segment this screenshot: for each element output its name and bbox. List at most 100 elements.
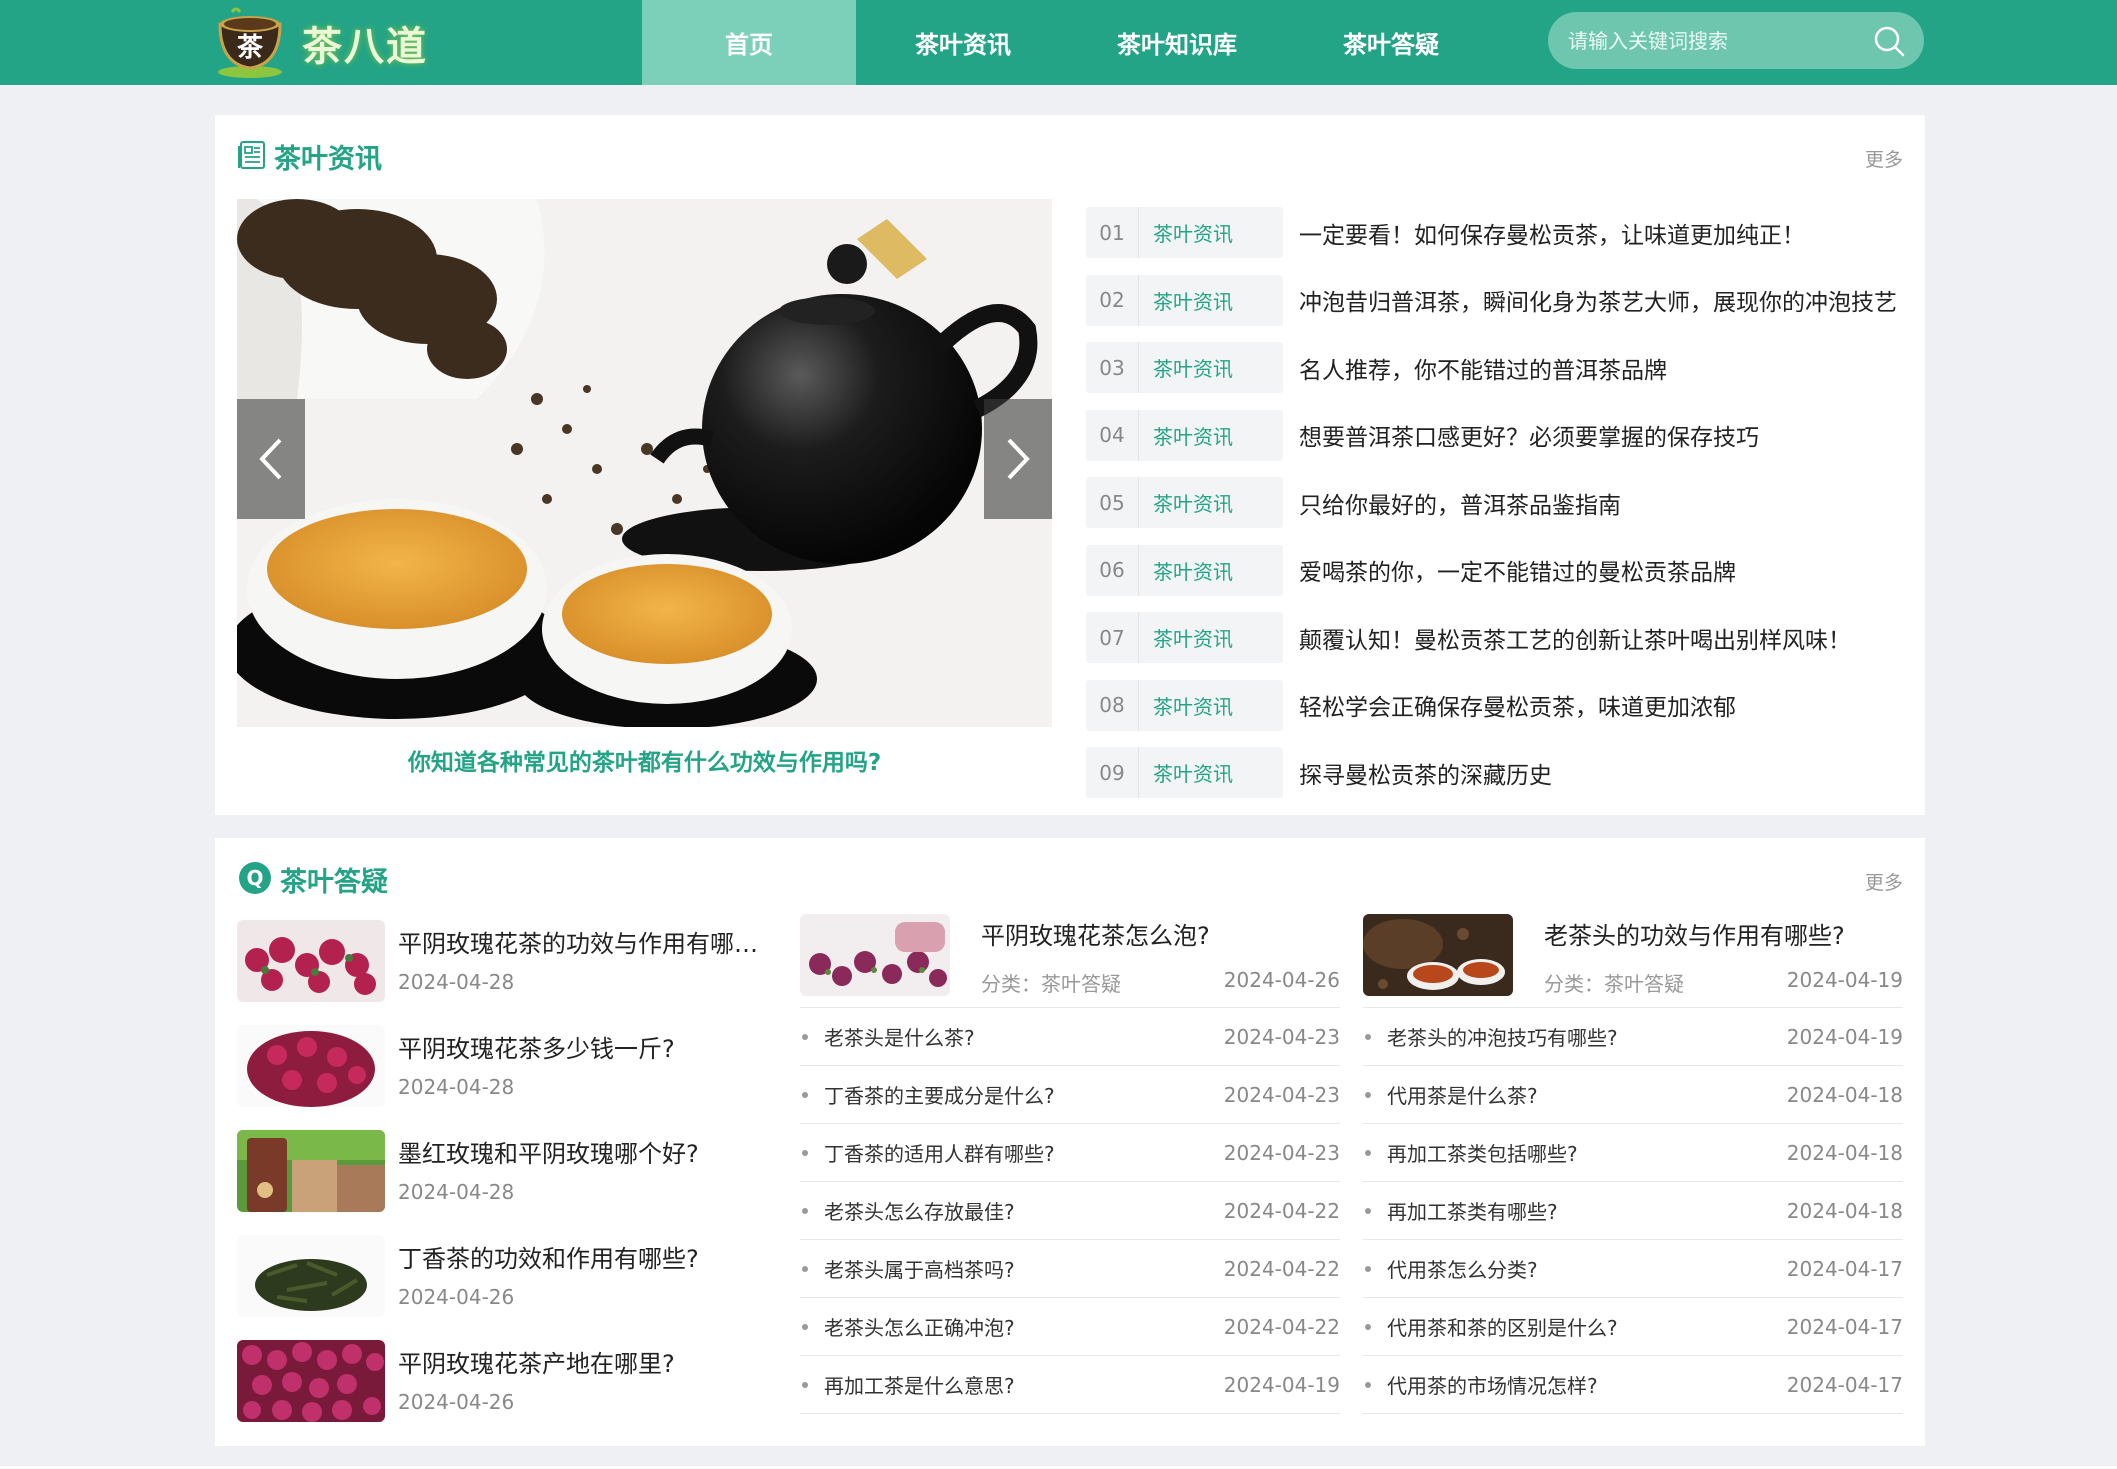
news-category[interactable]: 茶叶资讯 <box>1138 409 1283 461</box>
search-icon[interactable] <box>1872 24 1906 58</box>
news-title[interactable]: 名人推荐，你不能错过的普洱茶品牌 <box>1299 351 1899 385</box>
qa-row-date: 2024-04-19 <box>1223 1372 1340 1397</box>
news-category[interactable]: 茶叶资讯 <box>1138 612 1283 664</box>
qa-row[interactable]: 再加工茶类有哪些? 2024-04-18 <box>1363 1182 1903 1240</box>
qa-row-title[interactable]: 老茶头属于高档茶吗? <box>824 1254 1015 1283</box>
more-link[interactable]: 更多 <box>1865 145 1903 172</box>
qa-row-title[interactable]: 代用茶怎么分类? <box>1387 1254 1538 1283</box>
news-category[interactable]: 茶叶资讯 <box>1138 747 1283 799</box>
qa-title[interactable]: 平阴玫瑰花茶产地在哪里? <box>398 1344 773 1379</box>
qa-row[interactable]: 代用茶怎么分类? 2024-04-17 <box>1363 1240 1903 1298</box>
qa-row[interactable]: 老茶头是什么茶? 2024-04-23 <box>800 1008 1340 1066</box>
qa-title[interactable]: 丁香茶的功效和作用有哪些? <box>398 1239 773 1274</box>
news-tag: 02 茶叶资讯 <box>1086 274 1283 326</box>
qa-item[interactable]: 平阴玫瑰花茶产地在哪里? 2024-04-26 <box>237 1336 777 1441</box>
news-title[interactable]: 一定要看！如何保存曼松贡茶，让味道更加纯正！ <box>1299 216 1899 250</box>
rose-tea-thumbnail[interactable] <box>237 920 385 1002</box>
featured-qa-category: 分类：茶叶答疑 <box>1544 972 1684 996</box>
news-title[interactable]: 想要普洱茶口感更好？必须要掌握的保存技巧 <box>1299 418 1899 452</box>
news-title[interactable]: 只给你最好的，普洱茶品鉴指南 <box>1299 486 1899 520</box>
qa-item[interactable]: 平阴玫瑰花茶多少钱一斤? 2024-04-28 <box>237 1021 777 1126</box>
section-header: Q 茶叶答疑 <box>238 860 388 899</box>
qa-title[interactable]: 平阴玫瑰花茶的功效与作用有哪些？ <box>398 924 773 959</box>
qa-row[interactable]: 代用茶和茶的区别是什么? 2024-04-17 <box>1363 1298 1903 1356</box>
news-item[interactable]: 08 茶叶资讯 轻松学会正确保存曼松贡茶，味道更加浓郁 <box>1086 672 1906 740</box>
news-item[interactable]: 03 茶叶资讯 名人推荐，你不能错过的普洱茶品牌 <box>1086 334 1906 402</box>
news-category[interactable]: 茶叶资讯 <box>1138 207 1283 259</box>
rose-tea-thumbnail[interactable] <box>237 1025 385 1107</box>
qa-row-date: 2024-04-17 <box>1786 1314 1903 1339</box>
main-nav: 首页 茶叶资讯 茶叶知识库 茶叶答疑 <box>642 0 1498 85</box>
news-title[interactable]: 探寻曼松贡茶的深藏历史 <box>1299 756 1899 790</box>
qa-row[interactable]: 老茶头属于高档茶吗? 2024-04-22 <box>800 1240 1340 1298</box>
news-item[interactable]: 04 茶叶资讯 想要普洱茶口感更好？必须要掌握的保存技巧 <box>1086 402 1906 470</box>
nav-home[interactable]: 首页 <box>642 0 856 85</box>
news-item[interactable]: 01 茶叶资讯 一定要看！如何保存曼松贡茶，让味道更加纯正！ <box>1086 199 1906 267</box>
clove-tea-thumbnail[interactable] <box>237 1235 385 1317</box>
featured-qa-title[interactable]: 平阴玫瑰花茶怎么泡? <box>981 916 1210 951</box>
nav-tea-news[interactable]: 茶叶资讯 <box>856 0 1070 85</box>
qa-row[interactable]: 再加工茶类包括哪些? 2024-04-18 <box>1363 1124 1903 1182</box>
news-tag: 01 茶叶资讯 <box>1086 207 1283 259</box>
qa-row[interactable]: 老茶头怎么正确冲泡? 2024-04-22 <box>800 1298 1340 1356</box>
nav-tea-qa[interactable]: 茶叶答疑 <box>1284 0 1498 85</box>
qa-row[interactable]: 老茶头的冲泡技巧有哪些? 2024-04-19 <box>1363 1008 1903 1066</box>
qa-row[interactable]: 丁香茶的适用人群有哪些? 2024-04-23 <box>800 1124 1340 1182</box>
news-title[interactable]: 轻松学会正确保存曼松贡茶，味道更加浓郁 <box>1299 688 1899 722</box>
carousel-caption-link[interactable]: 你知道各种常见的茶叶都有什么功效与作用吗? <box>237 743 1052 777</box>
bullet-icon <box>1365 1381 1371 1388</box>
qa-row-title[interactable]: 老茶头的冲泡技巧有哪些? <box>1387 1022 1618 1051</box>
featured-qa[interactable]: 老茶头的功效与作用有哪些? 分类：茶叶答疑 2024-04-19 <box>1363 910 1903 1008</box>
qa-title[interactable]: 墨红玫瑰和平阴玫瑰哪个好? <box>398 1134 773 1169</box>
news-item[interactable]: 05 茶叶资讯 只给你最好的，普洱茶品鉴指南 <box>1086 469 1906 537</box>
news-title[interactable]: 颠覆认知！曼松贡茶工艺的创新让茶叶喝出别样风味！ <box>1299 621 1899 655</box>
featured-qa-title[interactable]: 老茶头的功效与作用有哪些? <box>1544 916 1845 951</box>
news-title[interactable]: 爱喝茶的你，一定不能错过的曼松贡茶品牌 <box>1299 553 1899 587</box>
qa-row-title[interactable]: 代用茶和茶的区别是什么? <box>1387 1312 1618 1341</box>
news-item[interactable]: 02 茶叶资讯 冲泡昔归普洱茶，瞬间化身为茶艺大师，展现你的冲泡技艺 <box>1086 267 1906 335</box>
news-category[interactable]: 茶叶资讯 <box>1138 342 1283 394</box>
tea-box-thumbnail[interactable] <box>237 1130 385 1212</box>
rose-tea-thumbnail[interactable] <box>237 1340 385 1422</box>
qa-item[interactable]: 墨红玫瑰和平阴玫瑰哪个好? 2024-04-28 <box>237 1126 777 1231</box>
qa-row-title[interactable]: 代用茶的市场情况怎样? <box>1387 1370 1598 1399</box>
qa-item[interactable]: 平阴玫瑰花茶的功效与作用有哪些？ 2024-04-28 <box>237 916 777 1021</box>
qa-row-title[interactable]: 丁香茶的主要成分是什么? <box>824 1080 1055 1109</box>
qa-title[interactable]: 平阴玫瑰花茶多少钱一斤? <box>398 1029 773 1064</box>
qa-row-title[interactable]: 老茶头怎么存放最佳? <box>824 1196 1015 1225</box>
rose-tea-thumbnail[interactable] <box>800 914 950 996</box>
qa-row-title[interactable]: 丁香茶的适用人群有哪些? <box>824 1138 1055 1167</box>
news-category[interactable]: 茶叶资讯 <box>1138 679 1283 731</box>
qa-row-date: 2024-04-18 <box>1786 1198 1903 1223</box>
qa-row-title[interactable]: 老茶头怎么正确冲泡? <box>824 1312 1015 1341</box>
qa-row-title[interactable]: 再加工茶类有哪些? <box>1387 1196 1558 1225</box>
old-tea-thumbnail[interactable] <box>1363 914 1513 996</box>
news-category[interactable]: 茶叶资讯 <box>1138 274 1283 326</box>
qa-item[interactable]: 丁香茶的功效和作用有哪些? 2024-04-26 <box>237 1231 777 1336</box>
image-carousel[interactable] <box>237 199 1052 727</box>
qa-row[interactable]: 代用茶是什么茶? 2024-04-18 <box>1363 1066 1903 1124</box>
qa-row[interactable]: 老茶头怎么存放最佳? 2024-04-22 <box>800 1182 1340 1240</box>
more-link[interactable]: 更多 <box>1865 868 1903 895</box>
featured-qa[interactable]: 平阴玫瑰花茶怎么泡? 分类：茶叶答疑 2024-04-26 <box>800 910 1340 1008</box>
carousel-prev-button[interactable] <box>237 399 305 519</box>
qa-row-title[interactable]: 再加工茶类包括哪些? <box>1387 1138 1578 1167</box>
news-category[interactable]: 茶叶资讯 <box>1138 477 1283 529</box>
nav-tea-knowledge[interactable]: 茶叶知识库 <box>1070 0 1284 85</box>
news-category[interactable]: 茶叶资讯 <box>1138 544 1283 596</box>
news-tag: 07 茶叶资讯 <box>1086 612 1283 664</box>
search-input[interactable] <box>1568 28 1868 53</box>
qa-row[interactable]: 丁香茶的主要成分是什么? 2024-04-23 <box>800 1066 1340 1124</box>
qa-row-title[interactable]: 再加工茶是什么意思? <box>824 1370 1015 1399</box>
qa-row[interactable]: 代用茶的市场情况怎样? 2024-04-17 <box>1363 1356 1903 1414</box>
qa-row-title[interactable]: 代用茶是什么茶? <box>1387 1080 1538 1109</box>
news-item[interactable]: 06 茶叶资讯 爱喝茶的你，一定不能错过的曼松贡茶品牌 <box>1086 537 1906 605</box>
bullet-icon <box>802 1207 808 1214</box>
site-logo[interactable]: 茶 茶八道 <box>214 6 428 80</box>
qa-row[interactable]: 再加工茶是什么意思? 2024-04-19 <box>800 1356 1340 1414</box>
news-item[interactable]: 09 茶叶资讯 探寻曼松贡茶的深藏历史 <box>1086 739 1906 807</box>
qa-row-title[interactable]: 老茶头是什么茶? <box>824 1022 975 1051</box>
carousel-next-button[interactable] <box>984 399 1052 519</box>
news-title[interactable]: 冲泡昔归普洱茶，瞬间化身为茶艺大师，展现你的冲泡技艺 <box>1299 283 1899 317</box>
news-item[interactable]: 07 茶叶资讯 颠覆认知！曼松贡茶工艺的创新让茶叶喝出别样风味！ <box>1086 604 1906 672</box>
